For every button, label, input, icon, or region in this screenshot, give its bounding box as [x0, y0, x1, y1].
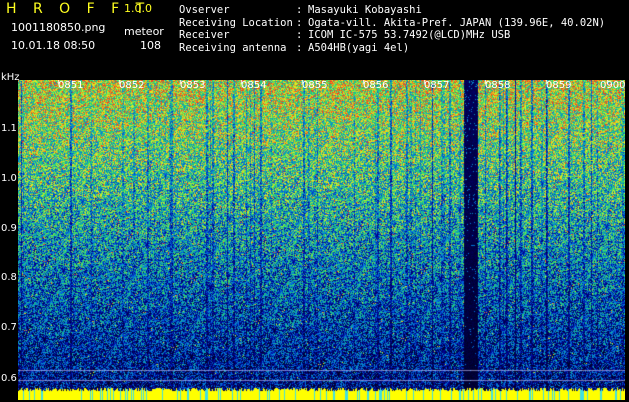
info-key: Receiver: [179, 29, 230, 41]
y-tick-label: 1.0: [1, 173, 17, 184]
info-row-antenna: Receiving antenna: A504HB(yagi 4el): [179, 42, 605, 55]
y-tick-label: 0.6: [1, 373, 17, 384]
time-label: 0851: [58, 80, 84, 91]
time-label: 0855: [302, 80, 328, 91]
info-row-location: Receiving Location: Ogata-vill. Akita-Pre…: [179, 17, 605, 30]
time-label: 0858: [485, 80, 511, 91]
capture-datetime: 10.01.18 08:50: [11, 39, 96, 52]
info-value: A504HB(yagi 4el): [308, 41, 410, 54]
time-label: 0854: [241, 80, 267, 91]
info-value: Masayuki Kobayashi: [308, 4, 422, 16]
image-filename: 1001180850.png: [11, 21, 106, 34]
info-key: Receiving Location: [179, 16, 293, 29]
info-row-receiver: Receiver: ICOM IC-575 53.7492(@LCD)MHz US…: [179, 29, 605, 42]
station-info: Ovserver: Masayuki Kobayashi Receiving Lo…: [179, 4, 605, 54]
time-label: 0853: [180, 80, 206, 91]
y-tick-label: 0.7: [1, 322, 17, 333]
y-tick-label: 0.9: [1, 223, 17, 234]
info-value: Ogata-vill. Akita-Pref. JAPAN (139.96E, …: [308, 16, 606, 29]
meteor-label: meteor: [124, 25, 164, 38]
y-tick-label: 0.8: [1, 272, 17, 283]
info-sep: :: [296, 29, 303, 41]
app-version: 1.0.0: [124, 2, 152, 15]
time-label: 0857: [424, 80, 450, 91]
info-sep: :: [296, 41, 303, 54]
header-panel: H R O F F T 1.0.0 1001180850.png 10.01.1…: [0, 0, 629, 80]
info-sep: :: [296, 16, 303, 29]
time-label: 0859: [546, 80, 572, 91]
info-sep: :: [296, 4, 303, 16]
time-label: 0900: [600, 80, 626, 91]
time-label: 0856: [363, 80, 389, 91]
meteor-count: 108: [140, 39, 161, 52]
info-key: Receiving antenna: [179, 41, 287, 54]
axis-unit: kHz: [1, 72, 20, 83]
info-value: ICOM IC-575 53.7492(@LCD)MHz USB: [308, 29, 511, 41]
info-row-observer: Ovserver: Masayuki Kobayashi: [179, 4, 605, 17]
frequency-axis: kHz 1.1 1.0 0.9 0.8 0.7 0.6: [0, 72, 20, 402]
time-label: 0852: [119, 80, 145, 91]
info-key: Ovserver: [179, 4, 230, 16]
y-tick-label: 1.1: [1, 123, 17, 134]
spectrogram: [18, 80, 625, 400]
